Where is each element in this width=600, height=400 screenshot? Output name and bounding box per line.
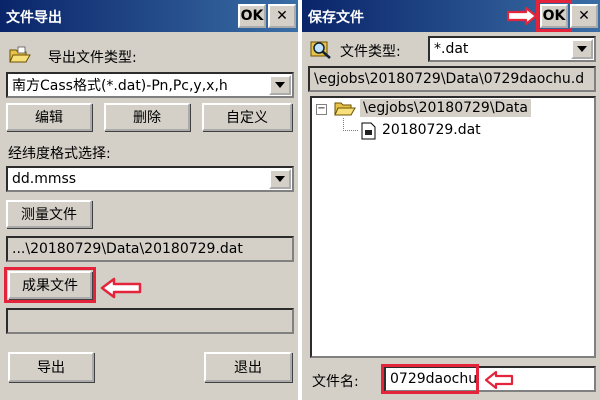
custom-button[interactable]: 自定义	[202, 103, 292, 131]
survey-file-button[interactable]: 测量文件	[6, 200, 92, 228]
export-ok-button[interactable]: OK	[238, 4, 266, 28]
result-file-path	[6, 308, 294, 334]
save-title: 保存文件	[308, 10, 364, 26]
file-type-label: 文件类型:	[340, 44, 401, 60]
export-dialog: 文件导出 OK ✕ 导出文件类型: 南方Cass格式(*.dat)-Pn,Pc,…	[0, 0, 298, 400]
exit-button[interactable]: 退出	[204, 352, 292, 382]
file-type-value: *.dat	[434, 41, 469, 57]
result-file-button[interactable]: 成果文件	[8, 271, 92, 299]
latlon-format-value: dd.mmss	[12, 171, 77, 187]
latlon-format-combo[interactable]: dd.mmss	[6, 166, 294, 192]
save-close-button[interactable]: ✕	[570, 4, 598, 28]
export-button[interactable]: 导出	[8, 352, 94, 382]
survey-file-path: ...\20180729\Data\20180729.dat	[6, 236, 294, 262]
edit-button[interactable]: 编辑	[6, 103, 92, 131]
tree-expander-icon[interactable]: −	[316, 104, 327, 115]
file-tree[interactable]: − \egjobs\20180729\Data 20180729.dat	[310, 96, 596, 358]
export-close-button[interactable]: ✕	[268, 4, 296, 28]
chevron-down-icon[interactable]	[269, 75, 291, 95]
tree-connector	[343, 118, 358, 131]
search-folder-icon	[310, 38, 332, 60]
delete-button[interactable]: 删除	[104, 103, 190, 131]
export-title-bar: 文件导出 OK ✕	[0, 0, 298, 32]
left-arrow-icon	[484, 370, 514, 394]
export-type-label: 导出文件类型:	[48, 50, 137, 66]
export-type-value: 南方Cass格式(*.dat)-Pn,Pc,y,x,h	[12, 78, 228, 94]
open-folder-icon	[9, 46, 31, 64]
right-arrow-icon	[506, 6, 538, 30]
export-title: 文件导出	[6, 10, 62, 26]
file-type-combo[interactable]: *.dat	[428, 36, 596, 62]
latlon-format-label: 经纬度格式选择:	[8, 146, 111, 162]
current-path: \egjobs\20180729\Data\0729daochu.d	[308, 66, 596, 92]
tree-file-label[interactable]: 20180729.dat	[382, 122, 481, 138]
save-title-bar: 保存文件 OK ✕	[302, 0, 600, 32]
save-dialog: 保存文件 OK ✕ 文件类型: *.dat \egjobs\20180729\D…	[302, 0, 600, 400]
document-icon	[360, 122, 376, 144]
left-arrow-icon	[100, 276, 142, 304]
chevron-down-icon[interactable]	[269, 169, 291, 189]
filename-value: 0729daochu	[390, 371, 478, 387]
save-ok-button[interactable]: OK	[540, 4, 568, 28]
chevron-down-icon[interactable]	[571, 39, 593, 59]
tree-folder-label[interactable]: \egjobs\20180729\Data	[360, 99, 531, 117]
filename-label: 文件名:	[312, 374, 359, 390]
export-type-combo[interactable]: 南方Cass格式(*.dat)-Pn,Pc,y,x,h	[6, 72, 294, 98]
